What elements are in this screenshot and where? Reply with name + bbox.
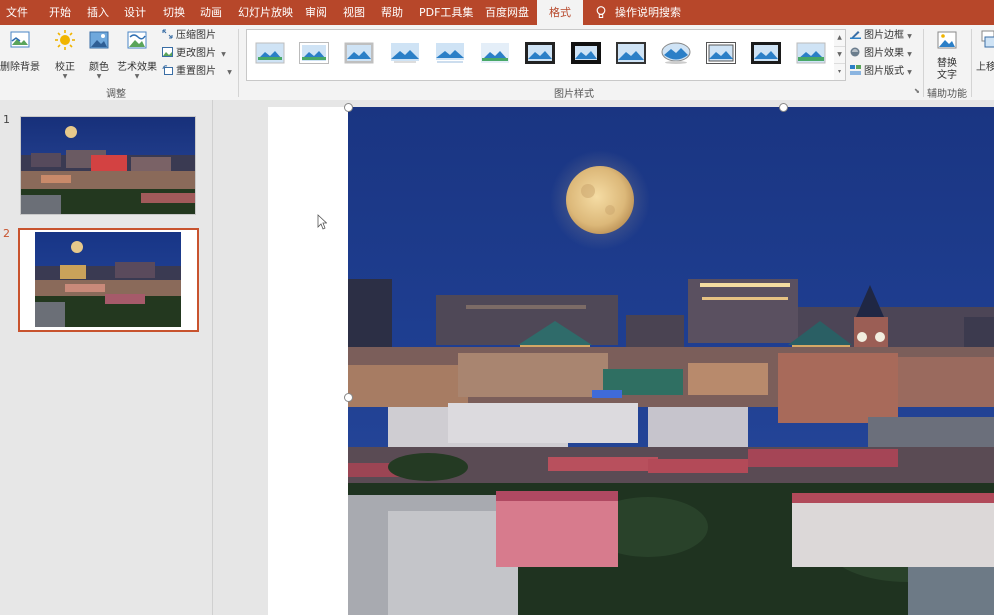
picture-layout-label: 图片版式 <box>864 66 904 77</box>
chevron-down-icon: ▼ <box>227 69 232 76</box>
style-thumbnail-4[interactable] <box>390 42 420 64</box>
remove-background-icon <box>10 31 30 48</box>
chevron-down-icon: ▼ <box>907 69 912 76</box>
slide-number-1: 1 <box>3 113 10 126</box>
picture-border-label: 图片边框 <box>864 30 904 41</box>
tab-insert[interactable]: 插入 <box>87 0 109 25</box>
style-thumbnail-2[interactable] <box>299 42 329 64</box>
sun-icon <box>55 30 75 50</box>
reset-picture-label: 重置图片 <box>176 66 216 77</box>
tab-file[interactable]: 文件 <box>6 0 28 25</box>
reset-picture-button[interactable]: 重置图片 ▼ <box>162 64 232 80</box>
resize-handle-top-center[interactable] <box>779 103 788 112</box>
alt-text-label: 替换 文字 <box>937 58 957 81</box>
alt-text-button[interactable]: 替换 文字 <box>930 29 964 82</box>
bring-forward-icon <box>981 30 994 48</box>
picture-layout-icon <box>850 65 861 75</box>
slide-thumbnail-1[interactable] <box>20 116 196 215</box>
pen-border-icon <box>850 31 861 39</box>
tab-review[interactable]: 审阅 <box>305 0 327 25</box>
style-thumbnail-8[interactable] <box>571 42 601 64</box>
group-separator <box>238 29 239 97</box>
tab-help[interactable]: 帮助 <box>381 0 403 25</box>
picture-border-button[interactable]: 图片边框 ▼ <box>850 28 912 44</box>
picture-layout-button[interactable]: 图片版式 ▼ <box>850 64 912 80</box>
chevron-down-icon: ▼ <box>62 73 68 80</box>
corrections-label: 校正 <box>55 62 75 73</box>
bring-forward-label: 上移 <box>976 62 994 73</box>
gallery-expand-icon[interactable]: ▾ <box>834 64 845 80</box>
style-thumbnail-1[interactable] <box>255 42 285 64</box>
scroll-down-icon[interactable]: ▼ <box>834 47 845 64</box>
style-thumbnail-7[interactable] <box>525 42 555 64</box>
chevron-down-icon: ▼ <box>134 73 140 80</box>
tab-view[interactable]: 视图 <box>343 0 365 25</box>
remove-background-label: 删除背景 <box>0 62 40 73</box>
chevron-down-icon: ▼ <box>907 33 912 40</box>
slide-editing-area <box>213 100 994 615</box>
accessibility-group-label: 辅助功能 <box>927 89 967 100</box>
chevron-down-icon: ▼ <box>221 51 226 58</box>
artistic-effects-icon <box>127 31 147 49</box>
remove-background-button[interactable]: 删除背景 <box>0 29 40 73</box>
tab-transitions[interactable]: 切换 <box>163 0 185 25</box>
style-thumbnail-12[interactable] <box>751 42 781 64</box>
adjust-group-label: 调整 <box>106 89 126 100</box>
tab-design[interactable]: 设计 <box>124 0 146 25</box>
change-picture-icon <box>162 47 173 57</box>
change-picture-label: 更改图片 <box>176 48 216 59</box>
picture-effects-icon <box>850 47 860 57</box>
picture-effects-label: 图片效果 <box>864 48 904 59</box>
tab-animations[interactable]: 动画 <box>200 0 222 25</box>
slide-2-night-city-image <box>35 232 181 327</box>
change-picture-button[interactable]: 更改图片 ▼ <box>162 46 226 62</box>
corrections-button[interactable]: 校正 ▼ <box>50 29 80 81</box>
slide-thumbnail-2-selected[interactable] <box>18 228 199 332</box>
compress-label: 压缩图片 <box>176 30 216 41</box>
chevron-down-icon: ▼ <box>96 73 102 80</box>
picture-styles-group-label: 图片样式 <box>554 89 594 100</box>
resize-handle-middle-left[interactable] <box>344 393 353 402</box>
style-thumbnail-10[interactable] <box>661 42 691 64</box>
color-button[interactable]: 颜色 ▼ <box>86 29 112 81</box>
tab-slideshow[interactable]: 幻灯片放映 <box>238 0 293 25</box>
selected-night-city-picture[interactable] <box>348 107 994 615</box>
tab-format[interactable]: 格式 <box>537 0 583 25</box>
bring-forward-button[interactable]: 上移 <box>976 29 994 73</box>
picture-color-icon <box>89 31 109 49</box>
tab-home[interactable]: 开始 <box>49 0 71 25</box>
style-thumbnail-5[interactable] <box>435 42 465 64</box>
style-thumbnail-11[interactable] <box>706 42 736 64</box>
style-thumbnail-13[interactable] <box>796 42 826 64</box>
dialog-launcher-icon[interactable]: ⬊ <box>914 87 920 95</box>
chevron-down-icon: ▼ <box>907 51 912 58</box>
color-label: 颜色 <box>89 62 109 73</box>
tab-baidu-netdisk[interactable]: 百度网盘 <box>485 0 529 25</box>
slide-1-night-city-image <box>21 117 195 214</box>
artistic-effects-label: 艺术效果 <box>117 62 157 73</box>
slide-thumbnail-panel: 1 2 <box>0 100 213 615</box>
group-separator <box>923 29 924 97</box>
reset-picture-icon <box>162 65 173 75</box>
lightbulb-icon <box>596 6 606 18</box>
gallery-scroll[interactable]: ▲ ▼ ▾ <box>834 29 846 81</box>
artistic-effects-button[interactable]: 艺术效果 ▼ <box>117 29 157 81</box>
scroll-up-icon[interactable]: ▲ <box>834 30 845 47</box>
resize-handle-top-left[interactable] <box>344 103 353 112</box>
alt-text-icon <box>937 31 957 49</box>
mouse-cursor-icon <box>317 214 327 230</box>
picture-effects-button[interactable]: 图片效果 ▼ <box>850 46 912 62</box>
compress-pictures-button[interactable]: 压缩图片 <box>162 28 216 44</box>
slide-number-2: 2 <box>3 227 10 240</box>
style-thumbnail-3[interactable] <box>344 42 374 64</box>
menu-bar: 文件 开始 插入 设计 切换 动画 幻灯片放映 审阅 视图 帮助 PDF工具集 … <box>0 0 994 25</box>
style-thumbnail-9[interactable] <box>616 42 646 64</box>
group-separator <box>971 29 972 97</box>
tell-me-search[interactable]: 操作说明搜索 <box>615 0 681 25</box>
style-thumbnail-6[interactable] <box>480 42 510 64</box>
tab-pdf-tools[interactable]: PDF工具集 <box>419 0 473 25</box>
picture-styles-gallery <box>246 29 836 81</box>
compress-icon <box>162 29 173 39</box>
ribbon: 删除背景 校正 ▼ 颜色 ▼ 艺术效果 ▼ 压缩图片 更改图片 ▼ 重置图片 ▼… <box>0 25 994 101</box>
